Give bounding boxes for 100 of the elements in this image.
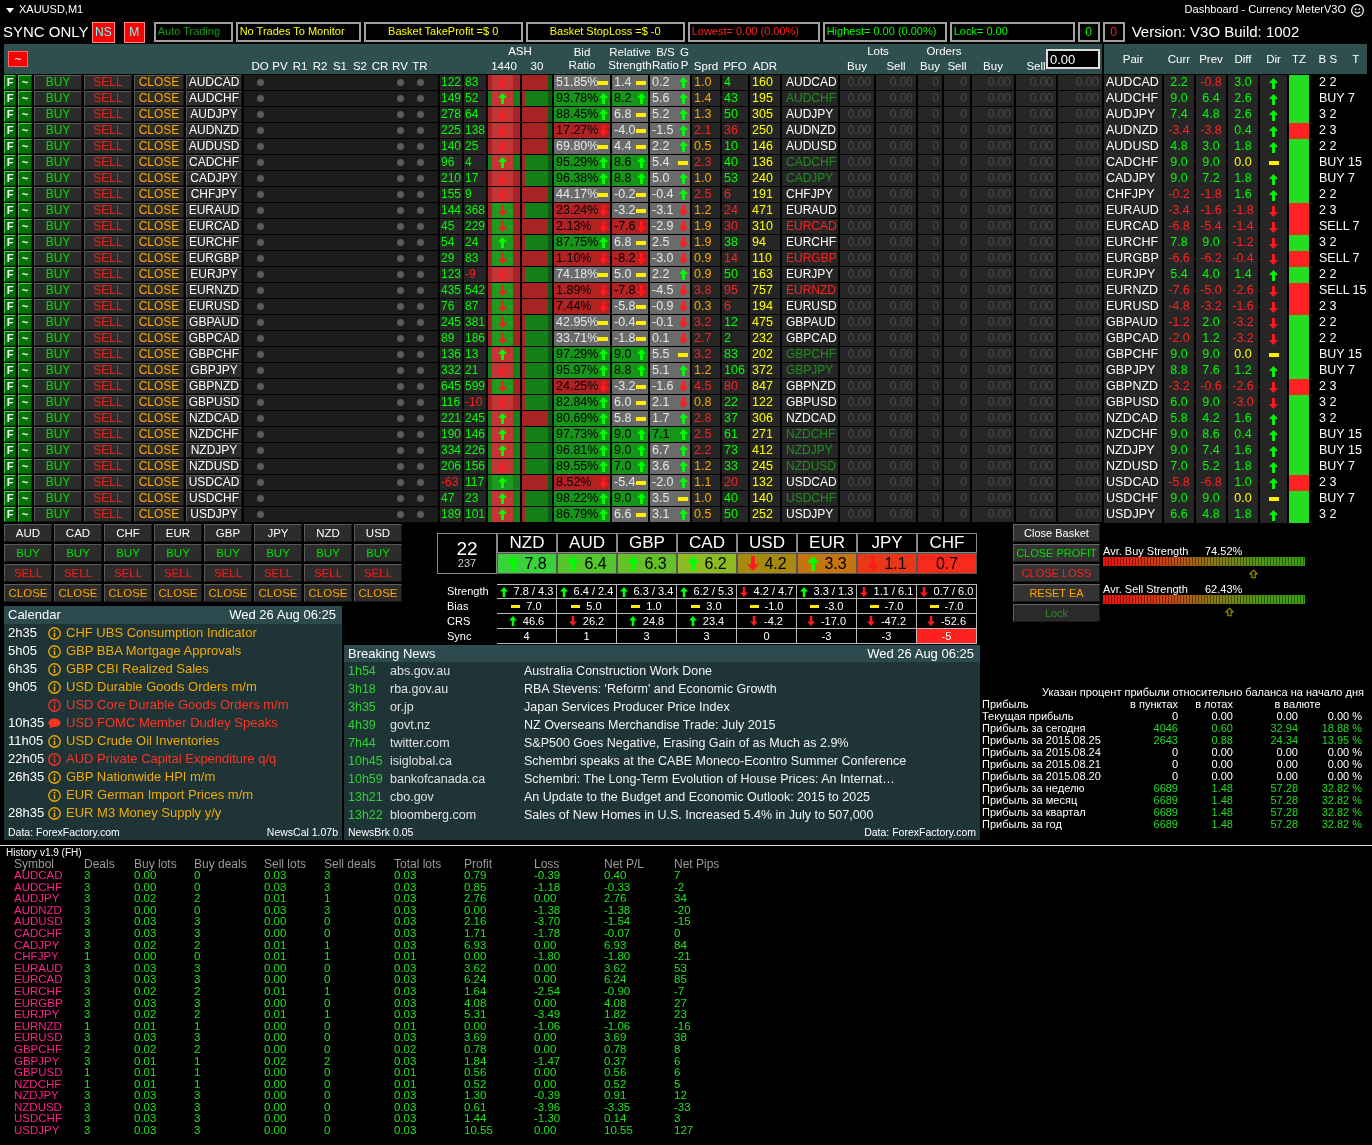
sell-button[interactable]: SELL — [84, 91, 132, 106]
sell-button[interactable]: SELL — [204, 564, 252, 582]
sell-button[interactable]: SELL — [84, 427, 132, 442]
pair-button[interactable]: GBPNZD — [186, 379, 242, 394]
f-button[interactable]: F — [4, 443, 16, 458]
news-headline[interactable]: NZ Overseans Merchandise Trade: July 2015 — [524, 717, 776, 733]
sell-button[interactable]: SELL — [84, 299, 132, 314]
close-button[interactable]: CLOSE — [134, 235, 184, 250]
sell-button[interactable]: SELL — [84, 475, 132, 490]
buy-button[interactable]: BUY — [34, 347, 82, 362]
sell-button[interactable]: SELL — [84, 107, 132, 122]
sell-button[interactable]: SELL — [54, 564, 102, 582]
sell-button[interactable]: SELL — [84, 411, 132, 426]
sell-button[interactable]: SELL — [154, 564, 202, 582]
sell-button[interactable]: SELL — [84, 315, 132, 330]
tilde-button[interactable]: ~ — [18, 283, 32, 298]
sell-button[interactable]: SELL — [84, 75, 132, 90]
tilde-button[interactable]: ~ — [18, 427, 32, 442]
buy-button[interactable]: BUY — [34, 171, 82, 186]
sell-button[interactable]: SELL — [84, 331, 132, 346]
pair-button[interactable]: EURCAD — [186, 219, 242, 234]
sell-button[interactable]: SELL — [84, 459, 132, 474]
sell-button[interactable]: SELL — [84, 347, 132, 362]
tilde-button[interactable]: ~ — [18, 267, 32, 282]
sell-button[interactable]: SELL — [84, 235, 132, 250]
tilde-button[interactable]: ~ — [18, 251, 32, 266]
pair-button[interactable]: USDCAD — [186, 475, 242, 490]
f-button[interactable]: F — [4, 219, 16, 234]
buy-button[interactable]: BUY — [34, 315, 82, 330]
buy-button[interactable]: BUY — [34, 187, 82, 202]
buy-button[interactable]: BUY — [34, 91, 82, 106]
close-button[interactable]: CLOSE — [204, 584, 252, 602]
close-button[interactable]: CLOSE — [4, 584, 52, 602]
buy-button[interactable]: BUY — [34, 155, 82, 170]
buy-button[interactable]: BUY — [34, 491, 82, 506]
sell-button[interactable]: SELL — [84, 123, 132, 138]
close-button[interactable]: CLOSE — [134, 139, 184, 154]
tilde-button[interactable]: ~ — [18, 203, 32, 218]
close-button[interactable]: CLOSE — [254, 584, 302, 602]
pair-button[interactable]: CADCHF — [186, 155, 242, 170]
buy-button[interactable]: BUY — [34, 427, 82, 442]
f-button[interactable]: F — [4, 331, 16, 346]
close-button[interactable]: CLOSE — [354, 584, 402, 602]
close-button[interactable]: CLOSE — [134, 75, 184, 90]
sell-button[interactable]: SELL — [84, 267, 132, 282]
f-button[interactable]: F — [4, 427, 16, 442]
buy-button[interactable]: BUY — [34, 219, 82, 234]
buy-button[interactable]: BUY — [34, 75, 82, 90]
tilde-button[interactable]: ~ — [18, 155, 32, 170]
tilde-button[interactable]: ~ — [18, 299, 32, 314]
close-button[interactable]: CLOSE — [134, 171, 184, 186]
f-button[interactable]: F — [4, 91, 16, 106]
close-button[interactable]: CLOSE — [134, 251, 184, 266]
pair-button[interactable]: GBPCAD — [186, 331, 242, 346]
sell-button[interactable]: SELL — [354, 564, 402, 582]
close-button[interactable]: CLOSE — [134, 363, 184, 378]
close-button[interactable]: CLOSE — [134, 459, 184, 474]
sell-button[interactable]: SELL — [84, 187, 132, 202]
sell-button[interactable]: SELL — [84, 443, 132, 458]
action-button[interactable]: Close Basket — [1013, 524, 1100, 542]
close-button[interactable]: CLOSE — [134, 443, 184, 458]
sell-button[interactable]: SELL — [84, 507, 132, 522]
close-button[interactable]: CLOSE — [134, 283, 184, 298]
tilde-button[interactable]: ~ — [18, 379, 32, 394]
close-button[interactable]: CLOSE — [154, 584, 202, 602]
buy-button[interactable]: BUY — [104, 544, 152, 562]
buy-button[interactable]: BUY — [254, 544, 302, 562]
buy-button[interactable]: BUY — [34, 395, 82, 410]
close-button[interactable]: CLOSE — [134, 475, 184, 490]
currency-button[interactable]: NZD — [304, 524, 352, 542]
f-button[interactable]: F — [4, 363, 16, 378]
pair-button[interactable]: AUDJPY — [186, 107, 242, 122]
close-button[interactable]: CLOSE — [134, 91, 184, 106]
sell-button[interactable]: SELL — [84, 379, 132, 394]
tilde-button[interactable]: ~ — [18, 507, 32, 522]
buy-button[interactable]: BUY — [34, 459, 82, 474]
f-button[interactable]: F — [4, 475, 16, 490]
buy-button[interactable]: BUY — [304, 544, 352, 562]
pair-button[interactable]: CADJPY — [186, 171, 242, 186]
currency-button[interactable]: CHF — [104, 524, 152, 542]
tilde-button[interactable]: ~ — [18, 443, 32, 458]
tilde-button[interactable]: ~ — [18, 315, 32, 330]
close-button[interactable]: CLOSE — [134, 395, 184, 410]
f-button[interactable]: F — [4, 315, 16, 330]
f-button[interactable]: F — [4, 379, 16, 394]
pair-button[interactable]: GBPJPY — [186, 363, 242, 378]
currency-button[interactable]: EUR — [154, 524, 202, 542]
sell-button[interactable]: SELL — [84, 491, 132, 506]
sell-button[interactable]: SELL — [84, 139, 132, 154]
close-button[interactable]: CLOSE — [54, 584, 102, 602]
tilde-button[interactable]: ~ — [18, 331, 32, 346]
close-button[interactable]: CLOSE — [134, 219, 184, 234]
close-button[interactable]: CLOSE — [134, 347, 184, 362]
pair-button[interactable]: NZDUSD — [186, 459, 242, 474]
pair-button[interactable]: CHFJPY — [186, 187, 242, 202]
tilde-button[interactable]: ~ — [18, 491, 32, 506]
buy-button[interactable]: BUY — [4, 544, 52, 562]
tilde-button[interactable]: ~ — [18, 171, 32, 186]
f-button[interactable]: F — [4, 251, 16, 266]
buy-button[interactable]: BUY — [34, 331, 82, 346]
